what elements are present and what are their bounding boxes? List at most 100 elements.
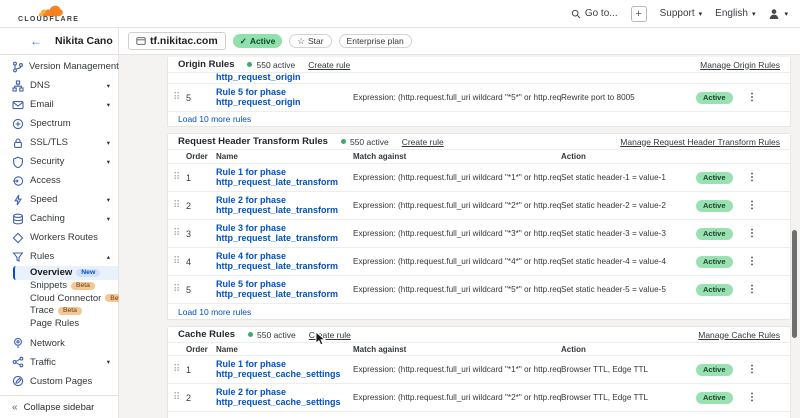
filter-funnel-icon (12, 251, 25, 263)
add-site-button[interactable]: + (631, 6, 647, 22)
table-row: ⠿ 2 Rule 2 for phase http_request_cache_… (168, 384, 790, 412)
sidebar-item-rules[interactable]: Rules ▴ (0, 247, 118, 266)
sidebar-item-label: Access (30, 175, 61, 186)
rule-order: 5 (186, 93, 216, 103)
rule-name-link[interactable]: Rule 5 for phase http_request_late_trans… (216, 280, 353, 299)
sidebar-item-label: Spectrum (30, 118, 71, 129)
table-row: ⠿ 4 Rule 4 for phase http_request_late_t… (168, 248, 790, 276)
user-icon (768, 8, 780, 20)
manage-origin-rules-link[interactable]: Manage Origin Rules (700, 60, 780, 70)
section-title: Request Header Transform Rules (178, 136, 328, 147)
chevron-down-icon: ▾ (107, 101, 110, 109)
sidebar-item-caching[interactable]: Caching ▾ (0, 209, 118, 228)
sidebar-item-cloud-connector[interactable]: Cloud Connector Beta (0, 292, 118, 305)
spectrum-icon (12, 118, 25, 130)
kebab-menu-icon[interactable]: ⋮ (747, 92, 757, 103)
kebab-menu-icon[interactable]: ⋮ (747, 200, 757, 211)
drag-handle-icon[interactable]: ⠿ (173, 285, 186, 295)
origin-rules-card: Origin Rules 550 active Create rule Mana… (167, 57, 791, 127)
drag-handle-icon[interactable]: ⠿ (173, 257, 186, 267)
sidebar-item-security[interactable]: Security ▾ (0, 152, 118, 171)
sidebar-item-snippets[interactable]: Snippets Beta (0, 280, 118, 293)
kebab-menu-icon[interactable]: ⋮ (747, 364, 757, 375)
drag-handle-icon[interactable]: ⠿ (173, 393, 186, 403)
rule-action: Rewrite port to 8005 (561, 93, 696, 102)
check-icon: ✓ (240, 36, 247, 47)
sidebar-item-trace[interactable]: Trace Beta (0, 305, 118, 318)
status-badge: Active (696, 200, 733, 212)
search-icon (571, 9, 581, 19)
sidebar-item-version-management[interactable]: Version Management (0, 57, 118, 76)
rule-name-link[interactable]: http_request_origin (216, 73, 353, 83)
language-menu[interactable]: English ▾ (715, 8, 755, 19)
sidebar-item-label: Network (30, 338, 65, 349)
sidebar-item-traffic[interactable]: Traffic ▾ (0, 353, 118, 372)
star-button[interactable]: ☆ Star (289, 34, 331, 48)
active-count: 550 active (256, 60, 295, 70)
create-rule-link[interactable]: Create rule (308, 60, 350, 70)
section-title: Origin Rules (178, 59, 234, 70)
drag-handle-icon[interactable]: ⠿ (173, 173, 186, 183)
user-menu[interactable]: ▾ (768, 8, 788, 20)
rule-name-line2: http_request_late_transform (216, 206, 353, 216)
cache-rules-header: Cache Rules 550 active Create rule Manag… (168, 327, 790, 343)
sidebar-item-ssl-tls[interactable]: SSL/TLS ▾ (0, 133, 118, 152)
rule-name-link[interactable]: Rule 1 for phase http_request_late_trans… (216, 168, 353, 187)
sidebar-item-label: Email (30, 99, 54, 110)
drag-handle-icon[interactable]: ⠿ (173, 93, 186, 103)
kebab-menu-icon[interactable]: ⋮ (747, 172, 757, 183)
cloudflare-logo[interactable]: CLOUDFLARE (18, 5, 79, 23)
account-breadcrumb[interactable]: ← Nikita Cano (0, 28, 119, 54)
sidebar-item-email[interactable]: Email ▾ (0, 95, 118, 114)
rule-name-link[interactable]: Rule 1 for phase http_request_cache_sett… (216, 360, 353, 379)
kebab-menu-icon[interactable]: ⋮ (747, 392, 757, 403)
vertical-scrollbar-thumb[interactable] (792, 230, 797, 338)
drag-handle-icon[interactable]: ⠿ (173, 365, 186, 375)
sidebar-item-network[interactable]: Network (0, 334, 118, 353)
zone-selector[interactable]: tf.nikitac.com (128, 32, 226, 50)
active-count-dot (248, 332, 253, 337)
kebab-menu-icon[interactable]: ⋮ (747, 256, 757, 267)
create-rule-link[interactable]: Create rule (309, 330, 351, 340)
rule-name-line2: http_request_late_transform (216, 262, 353, 272)
sidebar-item-access[interactable]: Access (0, 171, 118, 190)
column-action: Action (561, 345, 696, 354)
sidebar-item-workers-routes[interactable]: Workers Routes (0, 228, 118, 247)
rule-name-line2: http_request_cache_settings (216, 398, 353, 408)
chevron-down-icon: ▾ (107, 196, 110, 204)
rule-name-link[interactable]: Rule 4 for phase http_request_late_trans… (216, 252, 353, 271)
support-menu[interactable]: Support ▾ (660, 8, 703, 19)
goto-search[interactable]: Go to... (571, 8, 618, 19)
goto-label: Go to... (585, 8, 618, 19)
dns-icon (12, 80, 25, 92)
create-rule-link[interactable]: Create rule (402, 137, 444, 147)
drag-handle-icon[interactable]: ⠿ (173, 201, 186, 211)
collapse-sidebar-button[interactable]: « Collapse sidebar (0, 395, 118, 418)
sidebar-item-page-rules[interactable]: Page Rules (0, 317, 118, 330)
sidebar-item-spectrum[interactable]: Spectrum (0, 114, 118, 133)
active-count: 550 active (257, 330, 296, 340)
cache-rules-card: Cache Rules 550 active Create rule Manag… (167, 326, 791, 418)
rule-name-link[interactable]: Rule 2 for phase http_request_cache_sett… (216, 388, 353, 407)
rule-name-link[interactable]: Rule 3 for phase http_request_late_trans… (216, 224, 353, 243)
sidebar-item-overview[interactable]: Overview New (13, 266, 118, 280)
load-more-link[interactable]: Load 10 more rules (168, 111, 790, 126)
manage-cache-rules-link[interactable]: Manage Cache Rules (698, 330, 780, 340)
manage-transform-rules-link[interactable]: Manage Request Header Transform Rules (620, 137, 780, 147)
database-icon (12, 213, 25, 225)
load-more-link[interactable]: Load 10 more rules (168, 304, 790, 319)
drag-handle-icon[interactable]: ⠿ (173, 229, 186, 239)
back-arrow-icon[interactable]: ← (30, 34, 42, 48)
chevron-up-icon: ▴ (107, 253, 110, 261)
sidebar-item-speed[interactable]: Speed ▾ (0, 190, 118, 209)
rule-name-link[interactable]: Rule 2 for phase http_request_late_trans… (216, 196, 353, 215)
kebab-menu-icon[interactable]: ⋮ (747, 228, 757, 239)
table-row-partial: http_request_origin (168, 73, 790, 84)
kebab-menu-icon[interactable]: ⋮ (747, 284, 757, 295)
sidebar-item-custom-pages[interactable]: Custom Pages (0, 372, 118, 391)
sidebar-item-label: Overview (30, 267, 72, 278)
sidebar-item-label: Workers Routes (30, 232, 98, 243)
sidebar-item-dns[interactable]: DNS ▾ (0, 76, 118, 95)
pen-icon (12, 375, 25, 387)
rule-name-link[interactable]: Rule 5 for phase http_request_origin (216, 88, 353, 107)
